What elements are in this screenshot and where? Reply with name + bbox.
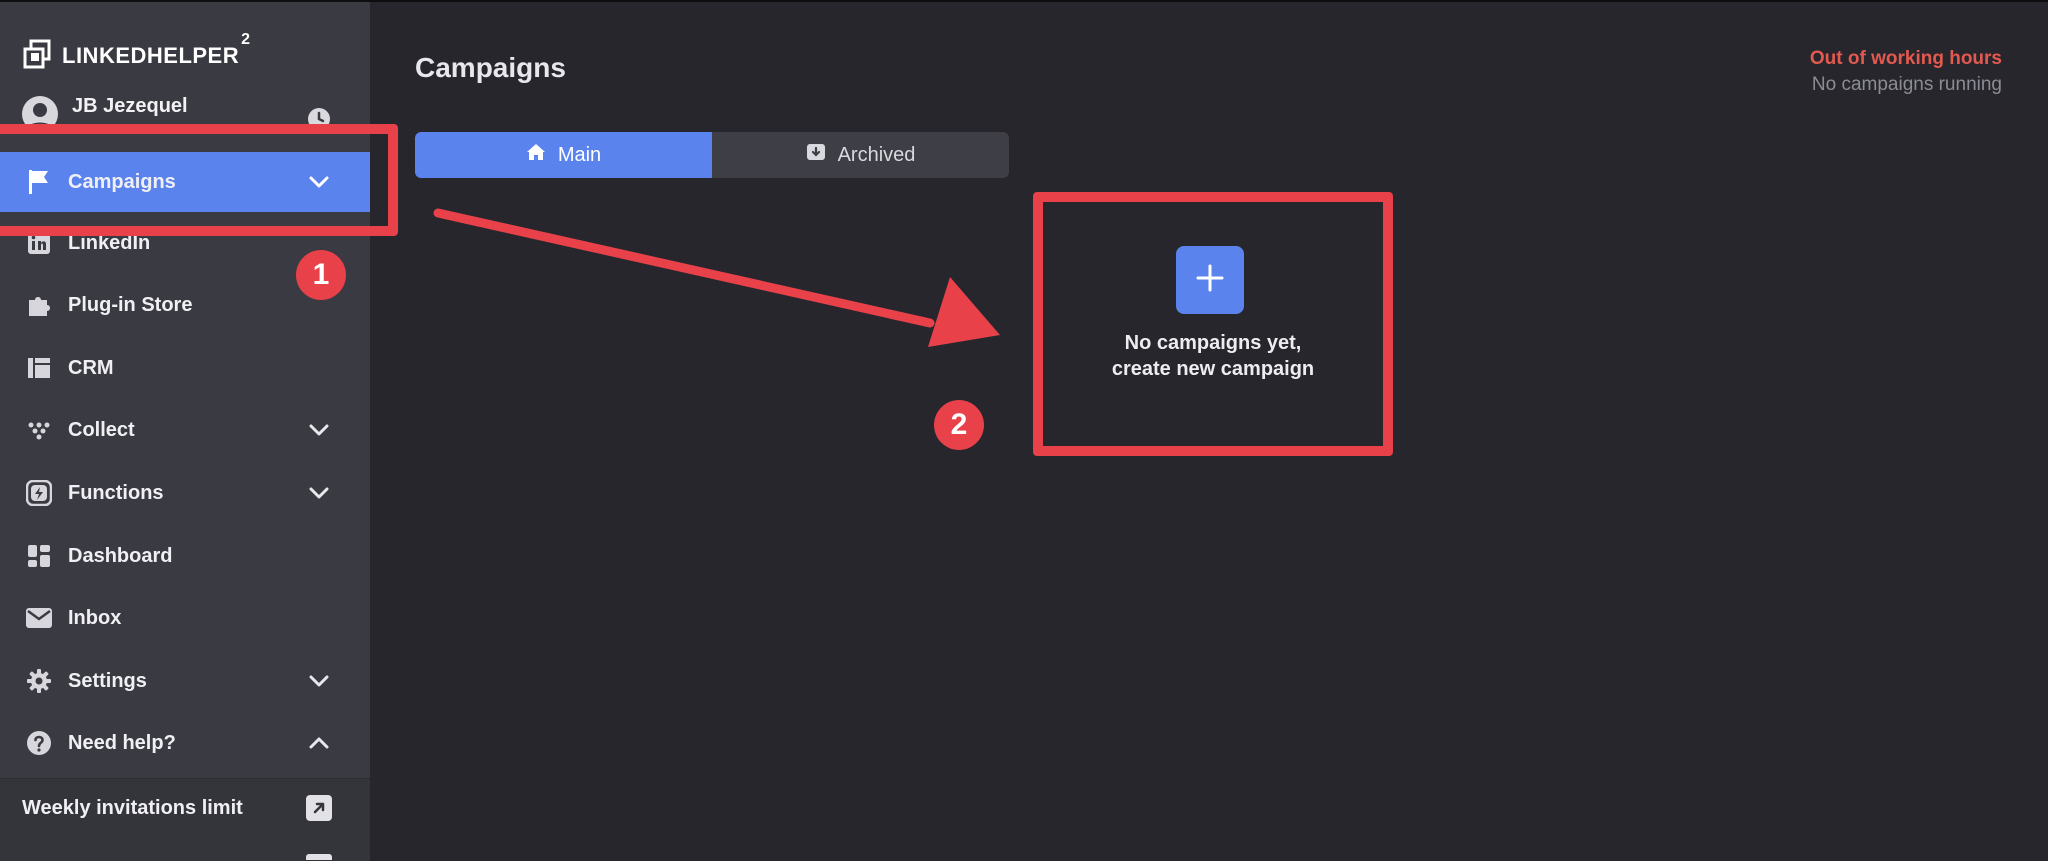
puzzle-icon — [24, 290, 54, 320]
sidebar-item-label: CRM — [68, 356, 114, 379]
chevron-down-icon[interactable] — [304, 415, 334, 445]
sidebar-item-label: Need help? — [68, 731, 176, 754]
sidebar-item-label: Functions — [68, 481, 164, 504]
sidebar-item-label: Inbox — [68, 606, 122, 629]
campaign-tabs: Main Archived — [415, 132, 1009, 178]
help-icon — [24, 728, 54, 758]
tab-label: Main — [557, 143, 602, 166]
dashboard-icon — [24, 541, 54, 571]
user-name: JB Jezequel — [72, 94, 188, 117]
scroll-peek-item — [306, 854, 332, 860]
status-text: No campaigns running — [1811, 74, 2002, 95]
chevron-up-icon[interactable] — [304, 728, 334, 758]
weekly-invitations-link[interactable]: Weekly invitations limit — [22, 788, 342, 828]
sidebar-item-need-help[interactable]: Need help? — [0, 715, 370, 771]
sidebar-item-settings[interactable]: Settings — [0, 653, 370, 709]
weekly-invitations-label: Weekly invitations limit — [22, 796, 243, 819]
app-logo: LINKEDHELPER 2 — [22, 31, 250, 76]
working-status: Out of working hours No campaigns runnin… — [1810, 48, 2002, 96]
logo-text: LINKEDHELPER — [62, 43, 240, 68]
sidebar-item-inbox[interactable]: Inbox — [0, 590, 370, 646]
lightning-icon — [24, 478, 54, 508]
home-icon — [526, 143, 558, 167]
tab-label: Archived — [837, 143, 916, 166]
sidebar-item-label: Plug-in Store — [68, 293, 193, 316]
tab-archived[interactable]: Archived — [712, 132, 1009, 178]
sidebar-item-label: Dashboard — [68, 544, 173, 567]
annotation-arrow — [433, 208, 1000, 347]
external-link-icon[interactable] — [306, 795, 332, 821]
annotation-badge-1: 1 — [296, 250, 346, 300]
archive-icon — [806, 143, 838, 167]
sidebar-item-collect[interactable]: Collect — [0, 402, 370, 458]
sidebar-item-label: Collect — [68, 418, 135, 441]
sidebar-item-dashboard[interactable]: Dashboard — [0, 528, 370, 584]
tab-main[interactable]: Main — [415, 132, 712, 178]
logo-icon — [22, 39, 52, 74]
gear-icon — [24, 666, 54, 696]
collect-icon — [24, 415, 54, 445]
sidebar-item-crm[interactable]: CRM — [0, 340, 370, 396]
annotation-box-campaigns — [0, 124, 398, 236]
sidebar-item-label: Settings — [68, 669, 147, 692]
mail-icon — [24, 603, 54, 633]
sidebar-item-functions[interactable]: Functions — [0, 465, 370, 521]
chevron-down-icon[interactable] — [304, 666, 334, 696]
page-title: Campaigns — [415, 52, 566, 83]
annotation-badge-2: 2 — [934, 400, 984, 450]
status-warning: Out of working hours — [1809, 48, 2002, 69]
logo-superscript: 2 — [241, 31, 251, 48]
annotation-box-empty-state — [1033, 192, 1393, 456]
crm-icon — [24, 353, 54, 383]
chevron-down-icon[interactable] — [304, 478, 334, 508]
